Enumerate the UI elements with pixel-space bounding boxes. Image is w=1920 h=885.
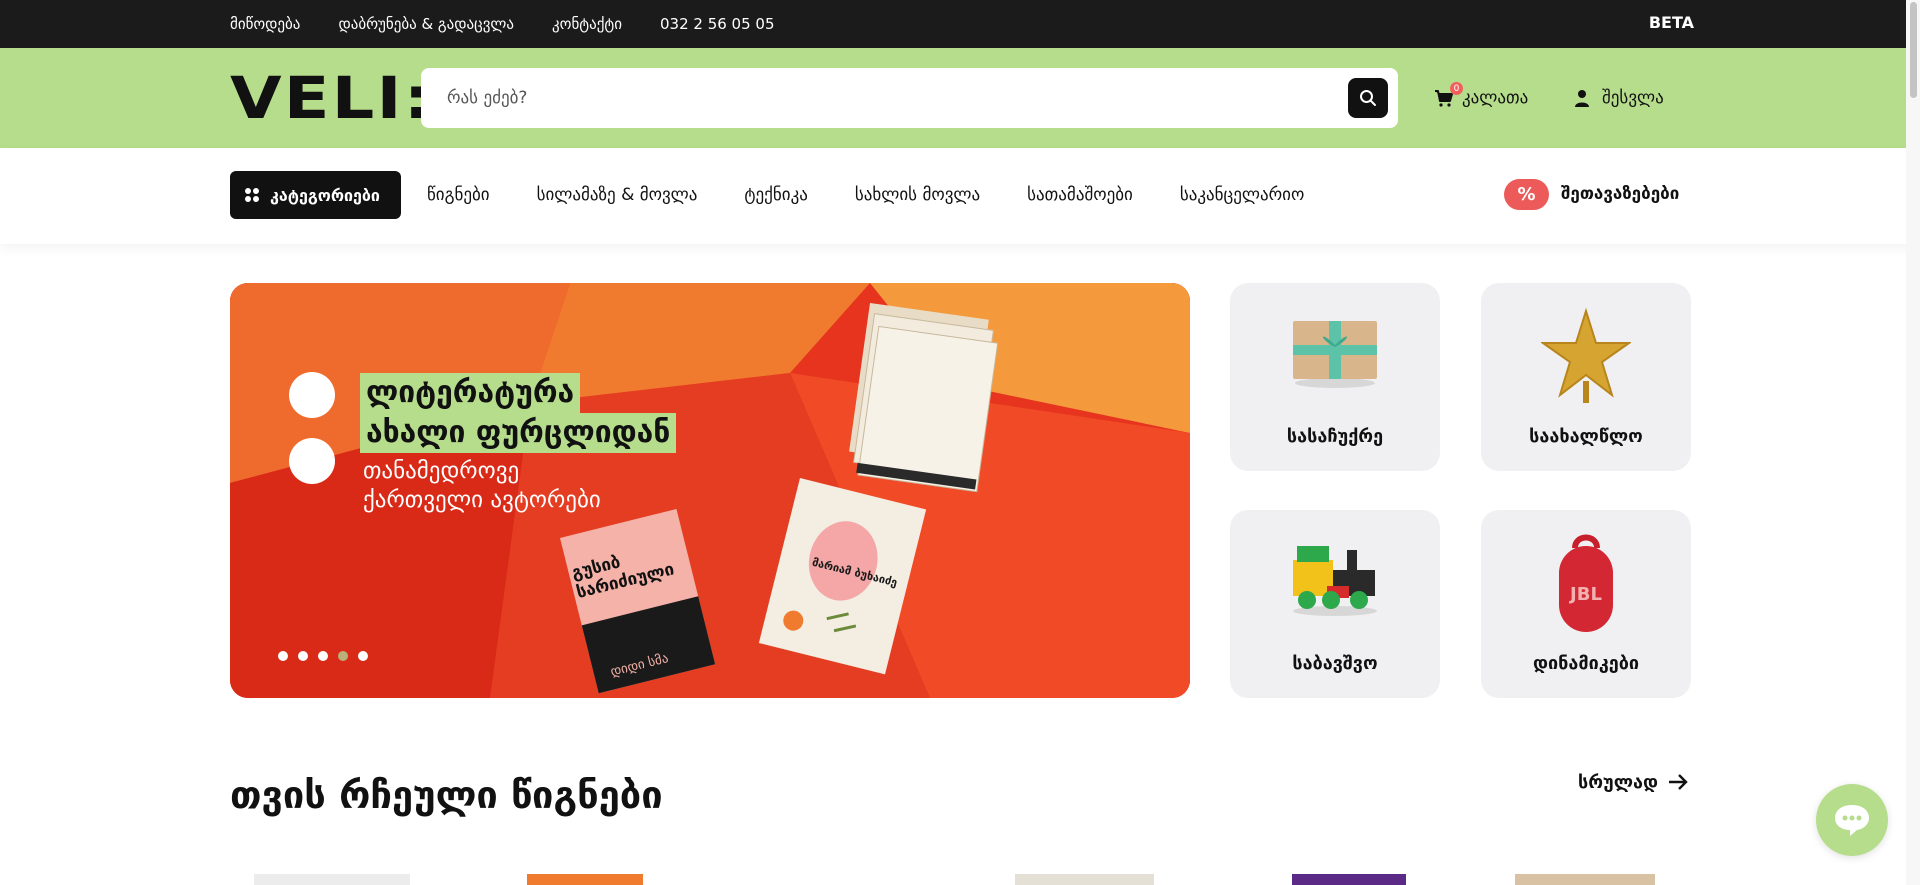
percent-badge: % <box>1504 178 1549 210</box>
nav-item-stationery[interactable]: საკანცელარიო <box>1180 185 1304 205</box>
tile-kids[interactable]: საბავშვო <box>1230 510 1440 698</box>
carousel-dot[interactable] <box>318 651 328 661</box>
carousel-dot-active[interactable] <box>338 651 348 661</box>
nav-item-books[interactable]: წიგნები <box>427 185 490 205</box>
banner-headline-1: ლიტერატურა <box>360 373 581 413</box>
user-icon <box>1575 90 1589 107</box>
tile-gifts[interactable]: სასაჩუქრე <box>1230 283 1440 471</box>
tile-label: საახალწლო <box>1529 426 1643 447</box>
nav-item-home-care[interactable]: სახლის მოვლა <box>855 185 980 205</box>
logo[interactable]: VELI: <box>230 64 433 132</box>
returns-link[interactable]: დაბრუნება & გადაცვლა <box>338 15 514 33</box>
grid-icon <box>245 188 259 202</box>
carousel-dot[interactable] <box>278 651 288 661</box>
banner-headline-2: ახალი ფურცლიდან <box>360 413 677 453</box>
tile-label: დინამიკები <box>1532 653 1639 674</box>
section-title: თვის რჩეული წიგნები <box>230 773 663 817</box>
phone-number[interactable]: 032 2 56 05 05 <box>660 15 775 33</box>
nav-links: წიგნები სილამაზე & მოვლა ტექნიკა სახლის … <box>427 171 1351 219</box>
product-cover[interactable] <box>254 874 410 885</box>
chat-icon <box>1835 805 1869 836</box>
page-scrollbar[interactable] <box>1906 0 1920 885</box>
tile-new-year[interactable]: საახალწლო <box>1481 283 1691 471</box>
arrow-right-icon <box>1669 774 1688 790</box>
nav-item-tech[interactable]: ტექნიკა <box>744 185 807 205</box>
cart-count-badge: 0 <box>1450 82 1463 95</box>
delivery-link[interactable]: მიწოდება <box>230 15 300 33</box>
categories-label: კატეგორიები <box>270 185 380 205</box>
login-button[interactable]: შესვლა <box>1574 82 1664 114</box>
search-icon <box>1360 90 1376 106</box>
header: VELI: 0 კალათა შესვლა <box>0 48 1920 148</box>
nav-item-beauty[interactable]: სილამაზე & მოვლა <box>537 185 698 205</box>
search-bar <box>421 68 1398 128</box>
top-bar: მიწოდება დაბრუნება & გადაცვლა კონტაქტი 0… <box>0 0 1920 48</box>
see-all-label: სრულად <box>1578 771 1659 793</box>
hero-banner[interactable]: ლიტერატურა ახალი ფურცლიდან თანამედროვე ქ… <box>230 283 1190 698</box>
book-stack <box>849 303 999 493</box>
product-cover[interactable] <box>1515 874 1655 885</box>
product-cover[interactable] <box>527 874 643 885</box>
svg-text:JBL: JBL <box>1568 584 1602 605</box>
nav-item-toys[interactable]: სათამაშოები <box>1027 185 1133 205</box>
cart-label: კალათა <box>1462 88 1529 108</box>
search-button[interactable] <box>1348 78 1388 118</box>
offers-link[interactable]: % შეთავაზებები <box>1504 177 1679 211</box>
scrollbar-thumb[interactable] <box>1910 2 1917 98</box>
banner-subtitle-2: ქართველი ავტორები <box>363 487 601 513</box>
categories-button[interactable]: კატეგორიები <box>230 171 401 219</box>
contact-link[interactable]: კონტაქტი <box>552 15 622 33</box>
login-label: შესვლა <box>1602 88 1664 108</box>
tile-label: სასაჩუქრე <box>1286 426 1384 447</box>
carousel-dot[interactable] <box>358 651 368 661</box>
gift-box-icon <box>1293 321 1377 388</box>
tile-speakers[interactable]: JBL დინამიკები <box>1481 510 1691 698</box>
offers-label: შეთავაზებები <box>1561 184 1680 204</box>
product-cover[interactable] <box>1015 874 1154 885</box>
carousel-dot[interactable] <box>298 651 308 661</box>
beta-label: BETA <box>1648 12 1694 32</box>
toy-train-icon <box>1293 546 1377 616</box>
cart-icon: 0 <box>1434 82 1463 108</box>
star-icon <box>1541 307 1631 403</box>
banner-subtitle-1: თანამედროვე <box>363 458 520 484</box>
chat-button[interactable] <box>1816 784 1888 856</box>
tile-label: საბავშვო <box>1292 653 1378 674</box>
banner-bullet-1 <box>289 372 335 418</box>
category-nav: კატეგორიები წიგნები სილამაზე & მოვლა ტექ… <box>0 148 1920 244</box>
carousel-dots <box>278 651 368 661</box>
search-input[interactable] <box>447 68 1327 128</box>
see-all-link[interactable]: სრულად <box>1578 770 1688 794</box>
speaker-icon: JBL <box>1559 534 1613 632</box>
top-links: მიწოდება დაბრუნება & გადაცვლა კონტაქტი 0… <box>230 0 775 48</box>
banner-bullet-2 <box>289 438 335 484</box>
product-cover[interactable] <box>1292 874 1406 885</box>
cart-button[interactable]: 0 კალათა <box>1434 82 1528 114</box>
